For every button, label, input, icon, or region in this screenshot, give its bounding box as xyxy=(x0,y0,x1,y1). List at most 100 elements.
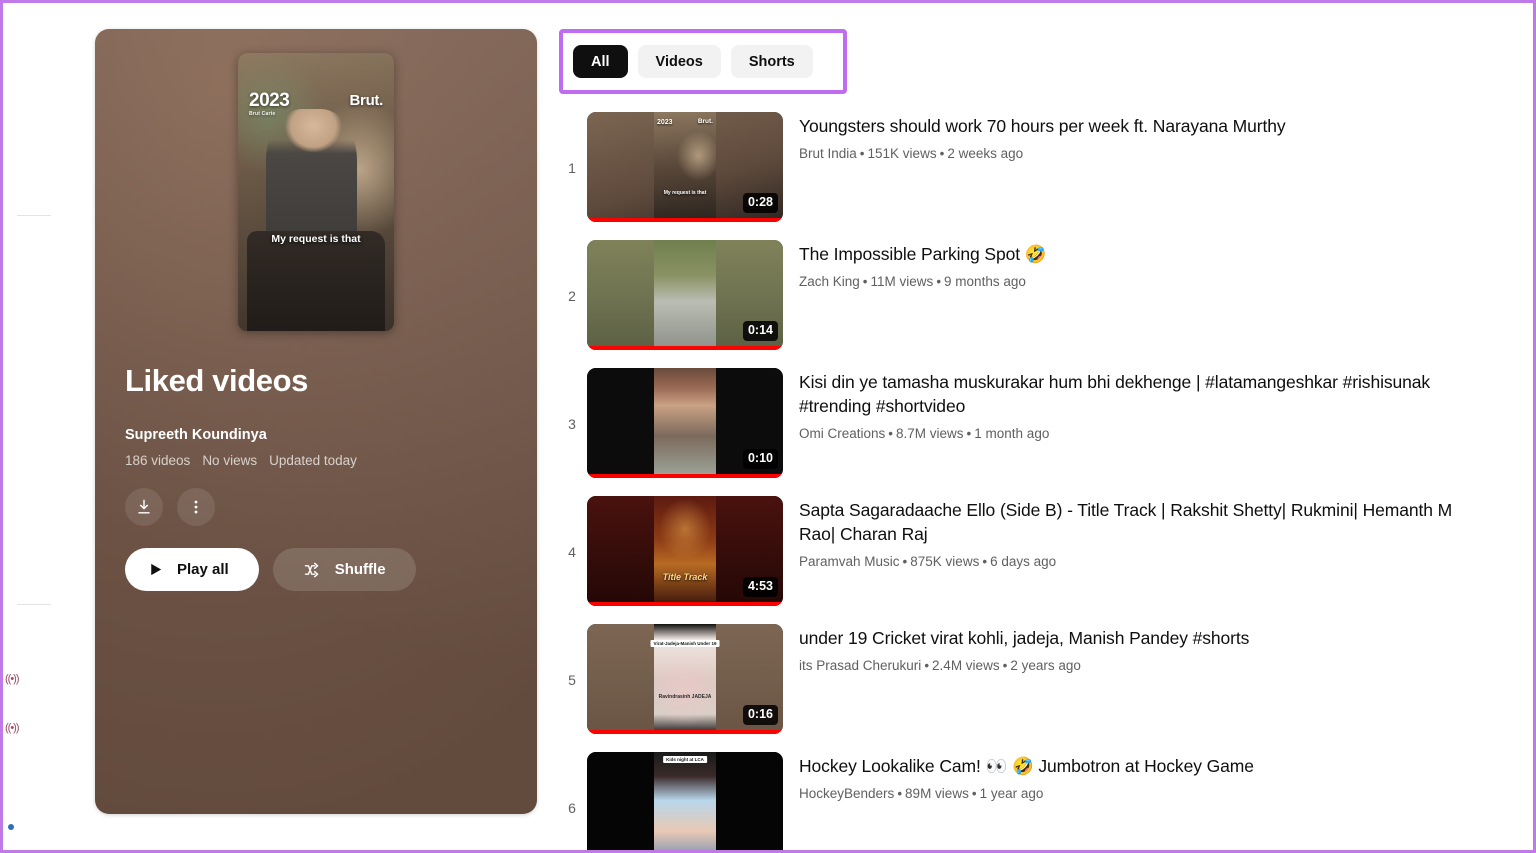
video-thumbnail[interactable]: Virat-Jadeja-Manish Under 19 Ravindrasin… xyxy=(587,624,783,734)
meta-separator: • xyxy=(964,426,975,441)
video-list-item[interactable]: 4 Title Track 4:53 Sapta Sagaradaache El… xyxy=(559,492,1459,620)
thumbnail-video-area: Kids night at LCA xyxy=(654,752,716,853)
published-age: 1 year ago xyxy=(980,786,1044,801)
play-all-button[interactable]: Play all xyxy=(125,548,259,591)
video-metadata: Brut India•151K views•2 weeks ago xyxy=(799,146,1459,161)
video-metadata: its Prasad Cherukuri•2.4M views•2 years … xyxy=(799,658,1459,673)
video-thumbnail[interactable]: Title Track 4:53 xyxy=(587,496,783,606)
download-button[interactable] xyxy=(125,488,163,526)
published-age: 1 month ago xyxy=(974,426,1049,441)
duration-badge: 0:28 xyxy=(743,193,778,213)
video-list-item[interactable]: 6 Kids night at LCA Hockey Lookalike Cam… xyxy=(559,748,1459,853)
row-index: 2 xyxy=(559,286,585,304)
channel-name[interactable]: Zach King xyxy=(799,274,860,289)
video-list: 1 2023 Brut. My request is that 0:28 You… xyxy=(559,108,1459,853)
thumb-caption-overlay: My request is that xyxy=(654,190,716,196)
filter-chip-all[interactable]: All xyxy=(573,45,628,78)
video-list-item[interactable]: 1 2023 Brut. My request is that 0:28 You… xyxy=(559,108,1459,236)
video-title[interactable]: The Impossible Parking Spot 🤣 xyxy=(799,242,1459,266)
thumbnail-video-area xyxy=(654,368,716,478)
cover-year-sublabel: Brut Carte xyxy=(249,112,289,117)
video-metadata: HockeyBenders•89M views•1 year ago xyxy=(799,786,1459,801)
channel-name[interactable]: its Prasad Cherukuri xyxy=(799,658,921,673)
view-count: 875K views xyxy=(910,554,979,569)
shuffle-label: Shuffle xyxy=(335,561,386,578)
video-info: Kisi din ye tamasha muskurakar hum bhi d… xyxy=(783,368,1459,441)
playlist-cover-thumbnail[interactable]: 2023 Brut Carte Brut. My request is that xyxy=(238,53,394,331)
duration-badge: 0:10 xyxy=(743,449,778,469)
thumb-year-overlay: 2023 xyxy=(657,119,673,126)
playlist-title: Liked videos xyxy=(125,363,537,399)
meta-separator: • xyxy=(857,146,868,161)
playlist-owner[interactable]: Supreeth Koundinya xyxy=(125,427,537,443)
filter-chip-videos[interactable]: Videos xyxy=(638,45,721,78)
video-list-item[interactable]: 5 Virat-Jadeja-Manish Under 19 Ravindras… xyxy=(559,620,1459,748)
channel-name[interactable]: Brut India xyxy=(799,146,857,161)
meta-separator: • xyxy=(933,274,944,289)
published-age: 2 weeks ago xyxy=(947,146,1023,161)
video-info: Hockey Lookalike Cam! 👀 🤣 Jumbotron at H… xyxy=(783,752,1459,801)
thumb-caption-overlay: Title Track xyxy=(654,572,716,582)
channel-name[interactable]: HockeyBenders xyxy=(799,786,894,801)
channel-name[interactable]: Omi Creations xyxy=(799,426,885,441)
thumbnail-video-area: Virat-Jadeja-Manish Under 19 Ravindrasin… xyxy=(654,624,716,734)
row-index: 1 xyxy=(559,158,585,176)
channel-name[interactable]: Paramvah Music xyxy=(799,554,900,569)
watched-progress-bar xyxy=(587,474,783,478)
filter-chip-shorts[interactable]: Shorts xyxy=(731,45,813,78)
video-metadata: Paramvah Music•875K views•6 days ago xyxy=(799,554,1459,569)
meta-separator: • xyxy=(921,658,932,673)
broadcast-icon-2: ((•)) xyxy=(5,722,19,734)
cover-year-label: 2023 Brut Carte xyxy=(249,91,289,117)
broadcast-icon-1: ((•)) xyxy=(5,673,19,685)
video-thumbnail[interactable]: 2023 Brut. My request is that 0:28 xyxy=(587,112,783,222)
video-list-item[interactable]: 2 0:14 The Impossible Parking Spot 🤣 Zac… xyxy=(559,236,1459,364)
play-all-label: Play all xyxy=(177,561,229,578)
playlist-content-column: All Videos Shorts 1 2023 Brut. My reques… xyxy=(559,29,1459,853)
more-vertical-icon xyxy=(186,497,206,517)
meta-separator: • xyxy=(937,146,948,161)
screenshot-frame: ((•)) ((•)) 2023 Brut Carte Brut. My req… xyxy=(0,0,1536,853)
duration-badge: 0:14 xyxy=(743,321,778,341)
published-age: 9 months ago xyxy=(944,274,1026,289)
duration-badge: 0:16 xyxy=(743,705,778,725)
playlist-updated: Updated today xyxy=(269,453,357,468)
video-title[interactable]: under 19 Cricket virat kohli, jadeja, Ma… xyxy=(799,626,1459,650)
chair-shape xyxy=(247,231,384,331)
watched-progress-bar xyxy=(587,218,783,222)
cover-caption: My request is that xyxy=(238,233,394,245)
thumbnail-video-area: 2023 Brut. My request is that xyxy=(654,112,716,222)
view-count: 8.7M views xyxy=(896,426,964,441)
meta-separator: • xyxy=(885,426,896,441)
status-dot xyxy=(8,824,14,830)
video-title[interactable]: Kisi din ye tamasha muskurakar hum bhi d… xyxy=(799,370,1459,418)
view-count: 89M views xyxy=(905,786,969,801)
filter-chip-bar: All Videos Shorts xyxy=(573,45,833,78)
video-info: The Impossible Parking Spot 🤣 Zach King•… xyxy=(783,240,1459,289)
playlist-detail-panel: 2023 Brut Carte Brut. My request is that… xyxy=(95,29,537,814)
video-thumbnail[interactable]: Kids night at LCA xyxy=(587,752,783,853)
published-age: 2 years ago xyxy=(1010,658,1081,673)
meta-separator: • xyxy=(860,274,871,289)
video-thumbnail[interactable]: 0:14 xyxy=(587,240,783,350)
row-index: 3 xyxy=(559,414,585,432)
video-info: Sapta Sagaradaache Ello (Side B) - Title… xyxy=(783,496,1459,569)
video-title[interactable]: Hockey Lookalike Cam! 👀 🤣 Jumbotron at H… xyxy=(799,754,1459,778)
thumb-badge-overlay: Kids night at LCA xyxy=(663,756,707,763)
meta-separator: • xyxy=(979,554,990,569)
video-thumbnail[interactable]: 0:10 xyxy=(587,368,783,478)
filter-chip-highlight-box: All Videos Shorts xyxy=(559,29,847,94)
video-info: Youngsters should work 70 hours per week… xyxy=(783,112,1459,161)
more-actions-button[interactable] xyxy=(177,488,215,526)
video-list-item[interactable]: 3 0:10 Kisi din ye tamasha muskurakar hu… xyxy=(559,364,1459,492)
video-title[interactable]: Youngsters should work 70 hours per week… xyxy=(799,114,1459,138)
playlist-views: No views xyxy=(202,453,257,468)
playlist-primary-actions: Play all Shuffle xyxy=(125,548,537,591)
video-title[interactable]: Sapta Sagaradaache Ello (Side B) - Title… xyxy=(799,498,1459,546)
download-icon xyxy=(134,497,154,517)
meta-separator: • xyxy=(900,554,911,569)
shuffle-button[interactable]: Shuffle xyxy=(273,548,416,591)
video-metadata: Omi Creations•8.7M views•1 month ago xyxy=(799,426,1459,441)
watched-progress-bar xyxy=(587,730,783,734)
cover-year-text: 2023 xyxy=(249,90,289,111)
